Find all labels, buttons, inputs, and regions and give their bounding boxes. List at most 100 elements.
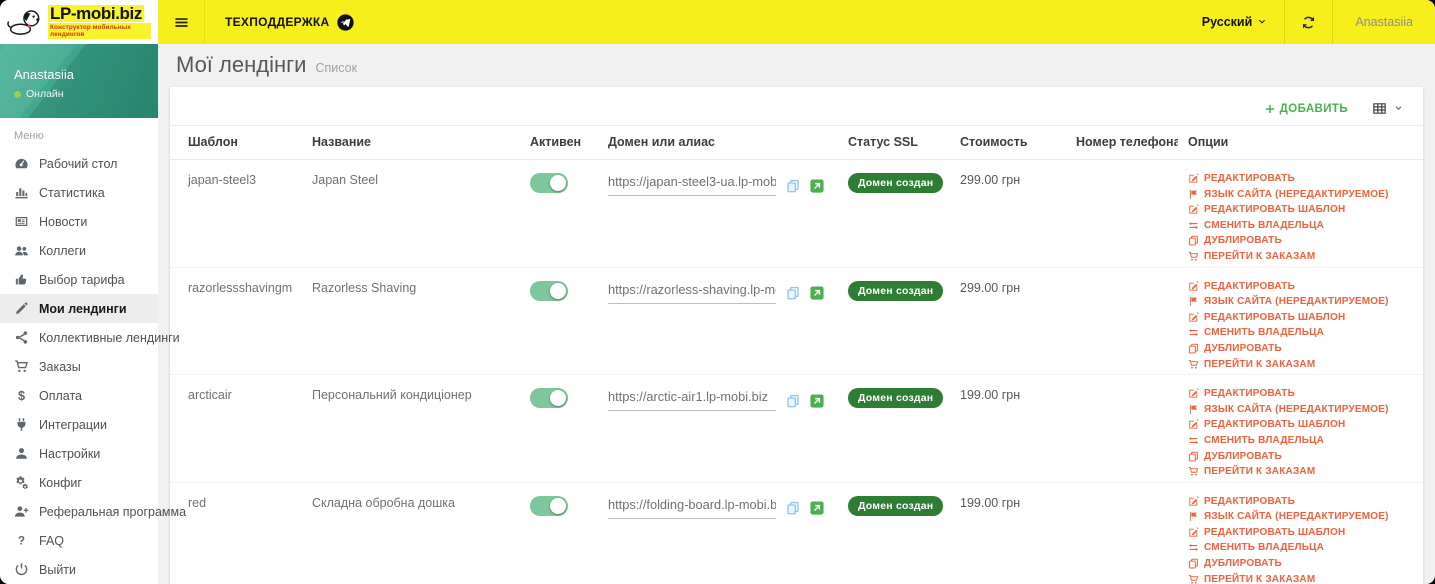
sidebar-item-icon bbox=[14, 330, 29, 345]
row-option-link[interactable]: РЕДАКТИРОВАТЬ ШАБЛОН bbox=[1188, 312, 1413, 323]
copy-domain-icon[interactable] bbox=[786, 501, 800, 515]
option-icon bbox=[1188, 451, 1199, 462]
row-option-link[interactable]: СМЕНИТЬ ВЛАДЕЛЬЦА bbox=[1188, 542, 1413, 553]
active-toggle[interactable] bbox=[530, 173, 568, 193]
language-dropdown[interactable]: Русский bbox=[1185, 0, 1285, 44]
sidebar-item[interactable]: Настройки bbox=[0, 439, 158, 468]
sidebar-item[interactable]: Мои лендинги bbox=[0, 294, 158, 323]
row-option-link[interactable]: ДУБЛИРОВАТЬ bbox=[1188, 451, 1413, 462]
sidebar-item-label: Выйти bbox=[39, 562, 77, 577]
main-content: Мої лендінги Список ДОБАВИТЬ Шаблон Назв… bbox=[158, 44, 1435, 584]
column-header: Домен или алиас bbox=[598, 125, 838, 160]
sidebar-item[interactable]: Реферальная программа bbox=[0, 497, 186, 526]
ssl-status-badge: Домен создан bbox=[848, 173, 944, 193]
open-site-icon[interactable] bbox=[810, 394, 824, 408]
sidebar-item-icon bbox=[14, 301, 29, 316]
sidebar-item-label: Коллективные лендинги bbox=[39, 330, 180, 345]
row-option-link[interactable]: ЯЗЫК САЙТА (НЕРЕДАКТИРУЕМОЕ) bbox=[1188, 511, 1413, 522]
sidebar-item[interactable]: Рабочий стол bbox=[0, 149, 158, 178]
row-option-link[interactable]: ЯЗЫК САЙТА (НЕРЕДАКТИРУЕМОЕ) bbox=[1188, 296, 1413, 307]
option-label: ПЕРЕЙТИ К ЗАКАЗАМ bbox=[1204, 466, 1316, 478]
copy-domain-icon[interactable] bbox=[786, 394, 800, 408]
row-option-link[interactable]: РЕДАКТИРОВАТЬ bbox=[1188, 496, 1413, 507]
sidebar-item-icon bbox=[14, 562, 29, 577]
sidebar-item[interactable]: Новости bbox=[0, 207, 158, 236]
copy-domain-icon[interactable] bbox=[786, 286, 800, 300]
sidebar-item-icon bbox=[14, 359, 29, 374]
option-icon bbox=[1188, 296, 1199, 307]
row-option-link[interactable]: ПЕРЕЙТИ К ЗАКАЗАМ bbox=[1188, 251, 1413, 262]
view-mode-dropdown[interactable] bbox=[1372, 101, 1403, 116]
row-option-link[interactable]: ДУБЛИРОВАТЬ bbox=[1188, 558, 1413, 569]
domain-input[interactable] bbox=[608, 173, 776, 196]
option-label: ЯЗЫК САЙТА (НЕРЕДАКТИРУЕМОЕ) bbox=[1204, 188, 1389, 200]
row-option-link[interactable]: ПЕРЕЙТИ К ЗАКАЗАМ bbox=[1188, 574, 1413, 584]
refresh-button[interactable] bbox=[1284, 0, 1334, 44]
add-landing-label: ДОБАВИТЬ bbox=[1279, 102, 1348, 115]
open-site-icon[interactable] bbox=[810, 286, 824, 300]
sidebar-item[interactable]: $ Оплата bbox=[0, 381, 158, 410]
option-icon bbox=[1188, 235, 1199, 246]
sidebar-item[interactable]: Конфиг bbox=[0, 468, 158, 497]
table-row: japan-steel3 Japan Steel Домен создан 29… bbox=[170, 160, 1423, 268]
sidebar-item[interactable]: Выбор тарифа bbox=[0, 265, 158, 294]
table-row: red Складна обробна дошка Домен создан 1… bbox=[170, 481, 1423, 584]
active-toggle[interactable] bbox=[530, 388, 568, 409]
row-option-link[interactable]: ЯЗЫК САЙТА (НЕРЕДАКТИРУЕМОЕ) bbox=[1188, 189, 1413, 200]
domain-wrap bbox=[608, 495, 828, 519]
sidebar-item[interactable]: ? FAQ bbox=[0, 526, 158, 555]
sidebar-item-label: Конфиг bbox=[39, 475, 82, 490]
sidebar-item[interactable]: Выйти bbox=[0, 555, 158, 584]
row-option-link[interactable]: РЕДАКТИРОВАТЬ bbox=[1188, 388, 1413, 399]
sidebar-item[interactable]: Коллеги bbox=[0, 236, 158, 265]
option-icon bbox=[1188, 542, 1199, 553]
sidebar-item[interactable]: Коллективные лендинги bbox=[0, 323, 180, 352]
domain-input[interactable] bbox=[608, 280, 776, 304]
column-header: Активен bbox=[520, 125, 598, 160]
domain-input[interactable] bbox=[608, 388, 776, 412]
active-toggle[interactable] bbox=[530, 495, 568, 516]
row-option-link[interactable]: РЕДАКТИРОВАТЬ bbox=[1188, 173, 1413, 184]
sidebar-item[interactable]: Статистика bbox=[0, 178, 158, 207]
svg-text:$: $ bbox=[18, 389, 25, 403]
row-option-link[interactable]: РЕДАКТИРОВАТЬ bbox=[1188, 281, 1413, 292]
support-button[interactable]: ТЕХПОДДЕРЖКА bbox=[205, 0, 374, 44]
logo[interactable]: LP-mobi.biz Конструктор мобильных лендин… bbox=[0, 0, 158, 44]
row-option-link[interactable]: ПЕРЕЙТИ К ЗАКАЗАМ bbox=[1188, 359, 1413, 370]
table-body: japan-steel3 Japan Steel Домен создан 29… bbox=[170, 160, 1423, 584]
name-cell: Складна обробна дошка bbox=[302, 481, 520, 584]
domain-input[interactable] bbox=[608, 495, 776, 519]
column-header: Шаблон bbox=[170, 125, 302, 160]
user-menu[interactable]: Anastasiia bbox=[1333, 0, 1435, 44]
row-option-link[interactable]: СМЕНИТЬ ВЛАДЕЛЬЦА bbox=[1188, 435, 1413, 446]
row-option-link[interactable]: СМЕНИТЬ ВЛАДЕЛЬЦА bbox=[1188, 327, 1413, 338]
menu-toggle-button[interactable] bbox=[158, 0, 205, 44]
sidebar-item[interactable]: Заказы bbox=[0, 352, 158, 381]
row-option-link[interactable]: ПЕРЕЙТИ К ЗАКАЗАМ bbox=[1188, 466, 1413, 477]
topbar: LP-mobi.biz Конструктор мобильных лендин… bbox=[0, 0, 1435, 44]
domain-wrap bbox=[608, 280, 828, 304]
row-option-link[interactable]: РЕДАКТИРОВАТЬ ШАБЛОН bbox=[1188, 527, 1413, 538]
row-option-link[interactable]: РЕДАКТИРОВАТЬ ШАБЛОН bbox=[1188, 419, 1413, 430]
logo-title: LP-mobi.biz bbox=[48, 3, 144, 23]
row-option-link[interactable]: ДУБЛИРОВАТЬ bbox=[1188, 235, 1413, 246]
option-label: РЕДАКТИРОВАТЬ ШАБЛОН bbox=[1204, 204, 1346, 216]
copy-domain-icon[interactable] bbox=[786, 179, 800, 193]
add-landing-button[interactable]: ДОБАВИТЬ bbox=[1264, 103, 1348, 115]
active-toggle[interactable] bbox=[530, 280, 568, 301]
row-option-link[interactable]: ЯЗЫК САЙТА (НЕРЕДАКТИРУЕМОЕ) bbox=[1188, 404, 1413, 415]
open-site-icon[interactable] bbox=[810, 501, 824, 515]
logo-dog-icon bbox=[7, 10, 40, 35]
option-label: ДУБЛИРОВАТЬ bbox=[1204, 558, 1282, 570]
row-option-link[interactable]: СМЕНИТЬ ВЛАДЕЛЬЦА bbox=[1188, 220, 1413, 231]
option-label: РЕДАКТИРОВАТЬ bbox=[1204, 495, 1295, 507]
option-icon bbox=[1188, 251, 1199, 262]
row-option-link[interactable]: РЕДАКТИРОВАТЬ ШАБЛОН bbox=[1188, 204, 1413, 215]
options-list: РЕДАКТИРОВАТЬ ЯЗЫК САЙТА (НЕРЕДАКТИРУЕМО… bbox=[1188, 388, 1413, 482]
open-site-icon[interactable] bbox=[810, 178, 824, 193]
sidebar-item-label: Реферальная программа bbox=[39, 504, 187, 519]
row-option-link[interactable]: ДУБЛИРОВАТЬ bbox=[1188, 343, 1413, 354]
grid-icon bbox=[1372, 101, 1387, 116]
option-label: ДУБЛИРОВАТЬ bbox=[1204, 235, 1282, 247]
sidebar-item[interactable]: Интеграции bbox=[0, 410, 158, 439]
